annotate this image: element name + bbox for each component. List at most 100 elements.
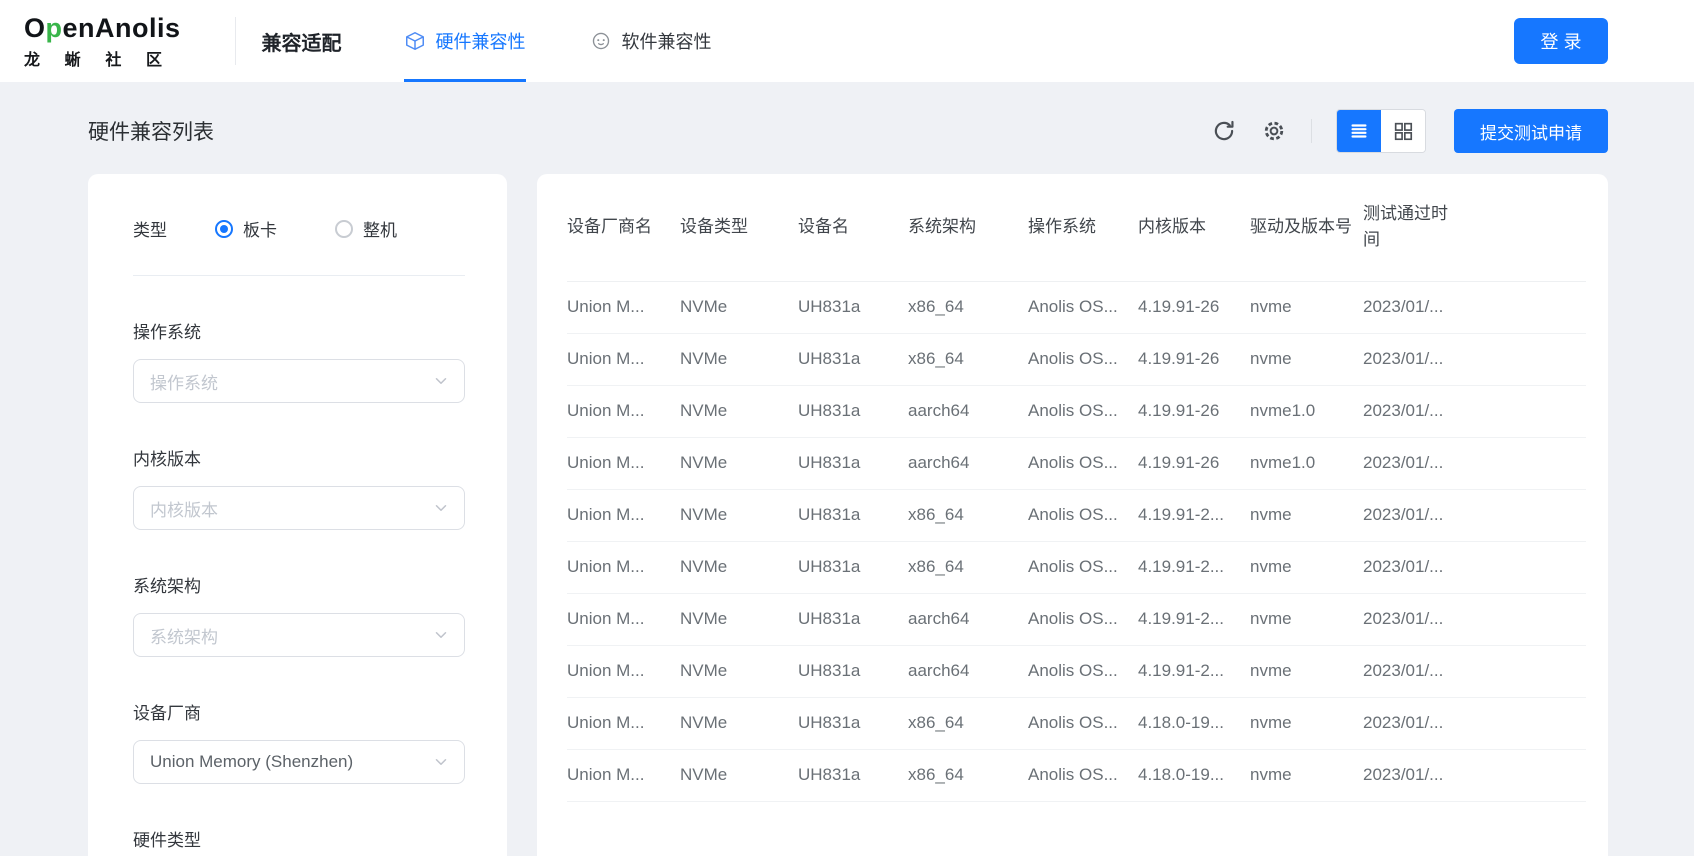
nav-section-compat[interactable]: 兼容适配 bbox=[262, 27, 342, 56]
table-cell: nvme bbox=[1250, 489, 1363, 541]
table-cell: UH831a bbox=[798, 281, 908, 333]
column-header: 系统架构 bbox=[908, 174, 1028, 281]
table-row[interactable]: Union M...NVMeUH831ax86_64Anolis OS...4.… bbox=[567, 489, 1586, 541]
table-cell: NVMe bbox=[680, 489, 798, 541]
tab-label: 硬件兼容性 bbox=[436, 28, 526, 54]
radio-label: 整机 bbox=[363, 216, 397, 241]
table-cell: NVMe bbox=[680, 385, 798, 437]
tab-software-compat[interactable]: 软件兼容性 bbox=[590, 0, 712, 82]
submit-test-request-button[interactable]: 提交测试申请 bbox=[1454, 109, 1608, 153]
table-cell-spacer bbox=[1468, 281, 1586, 333]
radio-board-card[interactable]: 板卡 bbox=[215, 216, 277, 241]
table-cell: UH831a bbox=[798, 697, 908, 749]
filter-section-os: 操作系统 操作系统 bbox=[133, 318, 465, 403]
table-cell: 4.19.91-2... bbox=[1138, 541, 1250, 593]
table-cell: 2023/01/... bbox=[1363, 541, 1468, 593]
filter-section-kernel: 内核版本 内核版本 bbox=[133, 445, 465, 530]
column-header-spacer bbox=[1468, 174, 1586, 281]
table-row[interactable]: Union M...NVMeUH831aaarch64Anolis OS...4… bbox=[567, 593, 1586, 645]
software-icon bbox=[590, 30, 612, 52]
table-cell: UH831a bbox=[798, 645, 908, 697]
table-cell: aarch64 bbox=[908, 593, 1028, 645]
grid-view-button[interactable] bbox=[1381, 110, 1425, 152]
table-row[interactable]: Union M...NVMeUH831ax86_64Anolis OS...4.… bbox=[567, 281, 1586, 333]
tab-label: 软件兼容性 bbox=[622, 28, 712, 54]
table-cell: 4.19.91-2... bbox=[1138, 593, 1250, 645]
table-cell: UH831a bbox=[798, 593, 908, 645]
vendor-select[interactable]: Union Memory (Shenzhen) bbox=[133, 740, 465, 784]
select-value: Union Memory (Shenzhen) bbox=[150, 752, 432, 772]
table-cell: x86_64 bbox=[908, 541, 1028, 593]
table-cell: UH831a bbox=[798, 541, 908, 593]
table-cell: x86_64 bbox=[908, 697, 1028, 749]
refresh-button[interactable] bbox=[1211, 118, 1237, 144]
radio-icon bbox=[335, 220, 353, 238]
radio-label: 板卡 bbox=[243, 216, 277, 241]
table-cell: aarch64 bbox=[908, 437, 1028, 489]
table-cell: aarch64 bbox=[908, 385, 1028, 437]
table-cell: Union M... bbox=[567, 541, 680, 593]
table-cell-spacer bbox=[1468, 697, 1586, 749]
table-cell: NVMe bbox=[680, 541, 798, 593]
settings-button[interactable] bbox=[1261, 118, 1287, 144]
arch-select[interactable]: 系统架构 bbox=[133, 613, 465, 657]
table-cell: Union M... bbox=[567, 749, 680, 801]
table-cell: Union M... bbox=[567, 697, 680, 749]
table-cell: Union M... bbox=[567, 437, 680, 489]
kernel-select[interactable]: 内核版本 bbox=[133, 486, 465, 530]
table-cell: UH831a bbox=[798, 333, 908, 385]
toolbar: 提交测试申请 bbox=[1211, 109, 1608, 153]
table-cell: Anolis OS... bbox=[1028, 437, 1138, 489]
table-cell: Anolis OS... bbox=[1028, 333, 1138, 385]
cube-icon bbox=[404, 30, 426, 52]
table-cell: Anolis OS... bbox=[1028, 541, 1138, 593]
table-cell: Anolis OS... bbox=[1028, 385, 1138, 437]
table-cell-spacer bbox=[1468, 541, 1586, 593]
table-cell: nvme bbox=[1250, 333, 1363, 385]
table-cell: aarch64 bbox=[908, 645, 1028, 697]
table-cell: x86_64 bbox=[908, 281, 1028, 333]
radio-icon bbox=[215, 220, 233, 238]
table-cell: Anolis OS... bbox=[1028, 489, 1138, 541]
brand-logo[interactable]: OpenAnolis 龙蜥社区 bbox=[24, 13, 181, 70]
filter-label: 硬件类型 bbox=[133, 826, 465, 851]
table-row[interactable]: Union M...NVMeUH831ax86_64Anolis OS...4.… bbox=[567, 697, 1586, 749]
table-cell: 4.19.91-26 bbox=[1138, 333, 1250, 385]
table-cell: 2023/01/... bbox=[1363, 645, 1468, 697]
table-cell: Union M... bbox=[567, 333, 680, 385]
login-button[interactable]: 登 录 bbox=[1514, 18, 1608, 64]
table-cell: nvme bbox=[1250, 281, 1363, 333]
table-cell: 2023/01/... bbox=[1363, 281, 1468, 333]
filter-label: 操作系统 bbox=[133, 318, 465, 343]
filter-label: 内核版本 bbox=[133, 445, 465, 470]
table-cell: nvme bbox=[1250, 749, 1363, 801]
table-cell: NVMe bbox=[680, 645, 798, 697]
table-row[interactable]: Union M...NVMeUH831aaarch64Anolis OS...4… bbox=[567, 437, 1586, 489]
table-row[interactable]: Union M...NVMeUH831ax86_64Anolis OS...4.… bbox=[567, 541, 1586, 593]
chevron-down-icon bbox=[432, 372, 450, 390]
list-view-button[interactable] bbox=[1337, 110, 1381, 152]
table-cell: UH831a bbox=[798, 385, 908, 437]
tab-hardware-compat[interactable]: 硬件兼容性 bbox=[404, 0, 526, 82]
view-toggle bbox=[1336, 109, 1426, 153]
select-placeholder: 内核版本 bbox=[150, 496, 432, 521]
brand-name: OpenAnolis bbox=[24, 13, 181, 43]
table-cell: 4.19.91-2... bbox=[1138, 645, 1250, 697]
table-cell: UH831a bbox=[798, 489, 908, 541]
table-row[interactable]: Union M...NVMeUH831aaarch64Anolis OS...4… bbox=[567, 645, 1586, 697]
select-placeholder: 操作系统 bbox=[150, 369, 432, 394]
column-header: 设备厂商名 bbox=[567, 174, 680, 281]
table-cell: 4.19.91-2... bbox=[1138, 489, 1250, 541]
table-cell-spacer bbox=[1468, 593, 1586, 645]
table-cell-spacer bbox=[1468, 749, 1586, 801]
table-row[interactable]: Union M...NVMeUH831ax86_64Anolis OS...4.… bbox=[567, 333, 1586, 385]
table-cell: 4.19.91-26 bbox=[1138, 437, 1250, 489]
radio-whole-machine[interactable]: 整机 bbox=[335, 216, 397, 241]
filter-section-hardware-type: 硬件类型 bbox=[133, 826, 465, 851]
type-label: 类型 bbox=[133, 216, 167, 241]
table-row[interactable]: Union M...NVMeUH831aaarch64Anolis OS...4… bbox=[567, 385, 1586, 437]
os-select[interactable]: 操作系统 bbox=[133, 359, 465, 403]
table-cell: Anolis OS... bbox=[1028, 645, 1138, 697]
column-header: 设备类型 bbox=[680, 174, 798, 281]
table-row[interactable]: Union M...NVMeUH831ax86_64Anolis OS...4.… bbox=[567, 749, 1586, 801]
